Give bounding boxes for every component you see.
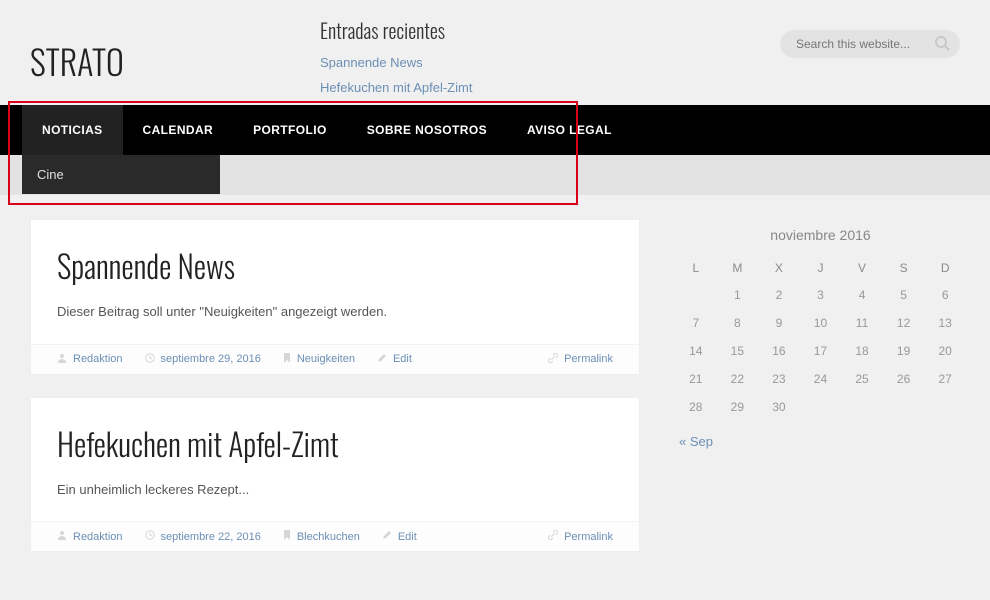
post-meta: Redaktion septiembre 29, 2016 Neuigkeite… [31,344,639,374]
calendar-day[interactable]: 5 [883,281,925,309]
calendar-day [675,281,717,309]
calendar-day[interactable]: 12 [883,309,925,337]
calendar-day [800,393,842,421]
nav-item-calendar[interactable]: CALENDAR [123,105,234,155]
calendar-weekday: V [841,255,883,281]
bookmark-icon [283,353,291,366]
link-icon [548,353,558,366]
nav-item-noticias[interactable]: NOTICIAS [22,105,123,155]
calendar-weekday: S [883,255,925,281]
calendar-day[interactable]: 26 [883,365,925,393]
nav-item-sobre-nosotros[interactable]: SOBRE NOSOTROS [347,105,507,155]
clock-icon [145,353,155,366]
author-icon [57,353,67,366]
calendar-day[interactable]: 1 [717,281,759,309]
post-permalink[interactable]: Permalink [564,353,613,365]
calendar-day[interactable]: 6 [924,281,966,309]
main-nav: NOTICIAS CALENDAR PORTFOLIO SOBRE NOSOTR… [0,105,990,155]
calendar-caption: noviembre 2016 [675,219,966,255]
nav-item-portfolio[interactable]: PORTFOLIO [233,105,347,155]
calendar-day[interactable]: 27 [924,365,966,393]
post-title[interactable]: Spannende News [31,220,639,302]
pencil-icon [382,530,392,543]
calendar-day[interactable]: 9 [758,309,800,337]
submenu-item-cine[interactable]: Cine [22,155,220,194]
calendar-day[interactable]: 3 [800,281,842,309]
calendar-day[interactable]: 18 [841,337,883,365]
calendar-day [883,393,925,421]
bookmark-icon [283,530,291,543]
search-wrap [780,30,960,58]
calendar-day[interactable]: 13 [924,309,966,337]
calendar-weekday: D [924,255,966,281]
calendar-day[interactable]: 21 [675,365,717,393]
calendar-day[interactable]: 8 [717,309,759,337]
nav-item-aviso-legal[interactable]: AVISO LEGAL [507,105,632,155]
post-card: Spannende News Dieser Beitrag soll unter… [30,219,640,375]
post-permalink[interactable]: Permalink [564,531,613,543]
post-author-link[interactable]: Redaktion [73,531,123,543]
calendar-day[interactable]: 19 [883,337,925,365]
calendar-widget: noviembre 2016 L M X J V S D 1 2 3 [675,219,966,421]
calendar-day[interactable]: 10 [800,309,842,337]
calendar-weekday: M [717,255,759,281]
calendar-day[interactable]: 17 [800,337,842,365]
calendar-day[interactable]: 15 [717,337,759,365]
post-date-link[interactable]: septiembre 22, 2016 [161,531,261,543]
calendar-day[interactable]: 4 [841,281,883,309]
author-icon [57,530,67,543]
calendar-day[interactable]: 11 [841,309,883,337]
calendar-day[interactable]: 28 [675,393,717,421]
recent-post-link[interactable]: Hefekuchen mit Apfel-Zimt [320,80,960,95]
link-icon [548,530,558,543]
calendar-day[interactable]: 25 [841,365,883,393]
post-date-link[interactable]: septiembre 29, 2016 [161,353,261,365]
post-title[interactable]: Hefekuchen mit Apfel-Zimt [31,398,639,480]
pencil-icon [377,353,387,366]
post-card: Hefekuchen mit Apfel-Zimt Ein unheimlich… [30,397,640,553]
calendar-day[interactable]: 16 [758,337,800,365]
sub-nav-strip: Cine [0,155,990,195]
calendar-day[interactable]: 2 [758,281,800,309]
calendar-day[interactable]: 30 [758,393,800,421]
calendar-weekday: L [675,255,717,281]
calendar-day[interactable]: 14 [675,337,717,365]
calendar-day [841,393,883,421]
post-category-link[interactable]: Blechkuchen [297,531,360,543]
search-input[interactable] [780,30,960,58]
calendar-weekday: X [758,255,800,281]
post-excerpt: Ein unheimlich leckeres Rezept... [31,480,639,522]
post-excerpt: Dieser Beitrag soll unter "Neuigkeiten" … [31,302,639,344]
calendar-day[interactable]: 20 [924,337,966,365]
calendar-day[interactable]: 24 [800,365,842,393]
post-edit-link[interactable]: Edit [393,353,412,365]
calendar-day [924,393,966,421]
post-category-link[interactable]: Neuigkeiten [297,353,355,365]
calendar-day[interactable]: 23 [758,365,800,393]
recent-posts-widget: Entradas recientes Spannende News Hefeku… [310,15,960,105]
clock-icon [145,530,155,543]
calendar-weekday: J [800,255,842,281]
search-icon[interactable] [934,35,950,56]
calendar-day[interactable]: 29 [717,393,759,421]
calendar-day[interactable]: 22 [717,365,759,393]
calendar-day[interactable]: 7 [675,309,717,337]
post-edit-link[interactable]: Edit [398,531,417,543]
post-meta: Redaktion septiembre 22, 2016 Blechkuche… [31,521,639,551]
calendar-prev-link[interactable]: « Sep [679,434,713,449]
site-logo[interactable]: STRATO [30,15,310,105]
post-author-link[interactable]: Redaktion [73,353,123,365]
